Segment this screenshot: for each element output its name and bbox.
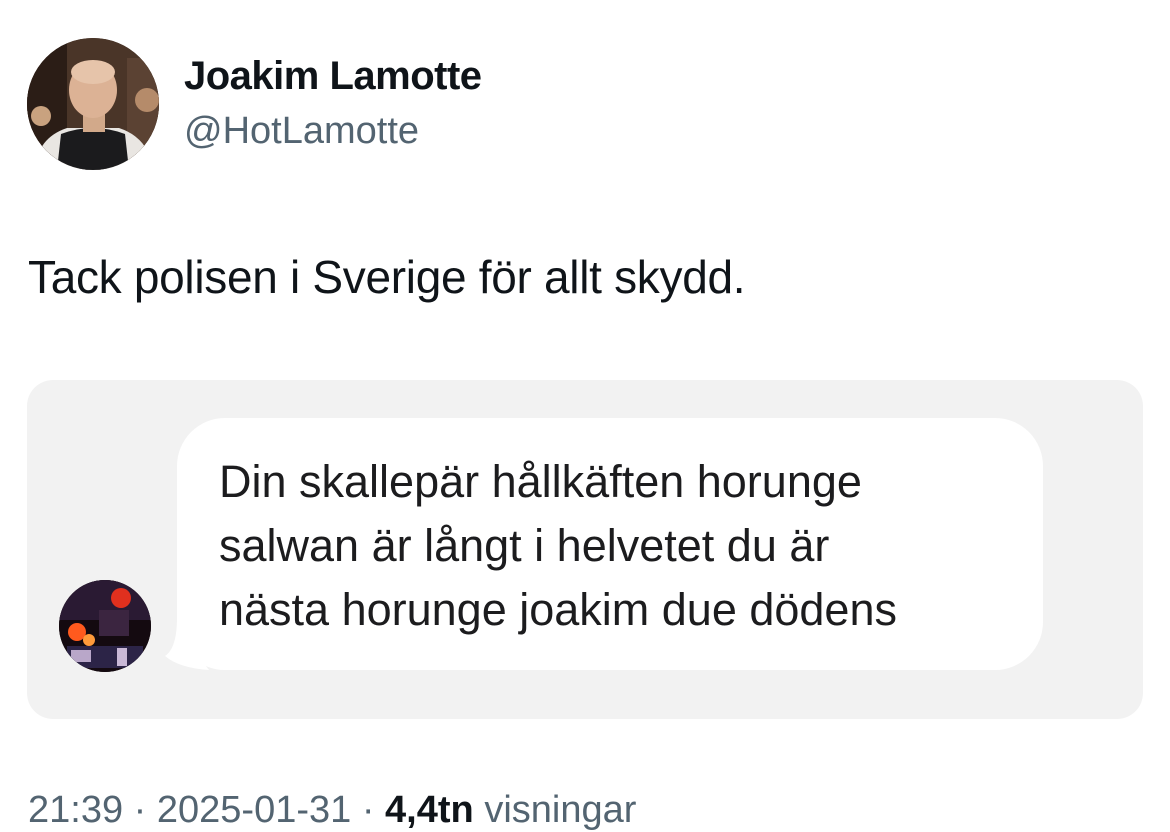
- tweet-metadata: 21:39 · 2025-01-31 · 4,4tn visningar: [28, 789, 636, 832]
- meta-separator: ·: [361, 789, 375, 831]
- message-text: Din skallepär hållkäften horunge salwan …: [219, 450, 1079, 642]
- message-line: Din skallepär hållkäften horunge: [219, 456, 862, 507]
- author-avatar-image: [27, 38, 159, 170]
- bubble-tail: [165, 618, 209, 670]
- views-label: visningar: [484, 789, 637, 831]
- sender-avatar: [59, 580, 151, 672]
- tweet-time[interactable]: 21:39: [28, 789, 123, 831]
- views-count: 4,4tn: [385, 789, 474, 831]
- tweet-date[interactable]: 2025-01-31: [157, 789, 351, 831]
- author-display-name[interactable]: Joakim Lamotte: [184, 54, 482, 99]
- sender-avatar-image: [59, 580, 151, 672]
- message-line: salwan är långt i helvetet du är: [219, 520, 830, 571]
- author-avatar[interactable]: [27, 38, 159, 170]
- meta-separator: ·: [133, 789, 147, 831]
- attached-screenshot[interactable]: Din skallepär hållkäften horunge salwan …: [27, 380, 1143, 719]
- message-line: nästa horunge joakim due dödens: [219, 584, 897, 635]
- tweet-text: Tack polisen i Sverige för allt skydd.: [28, 251, 746, 303]
- author-handle[interactable]: @HotLamotte: [184, 110, 419, 153]
